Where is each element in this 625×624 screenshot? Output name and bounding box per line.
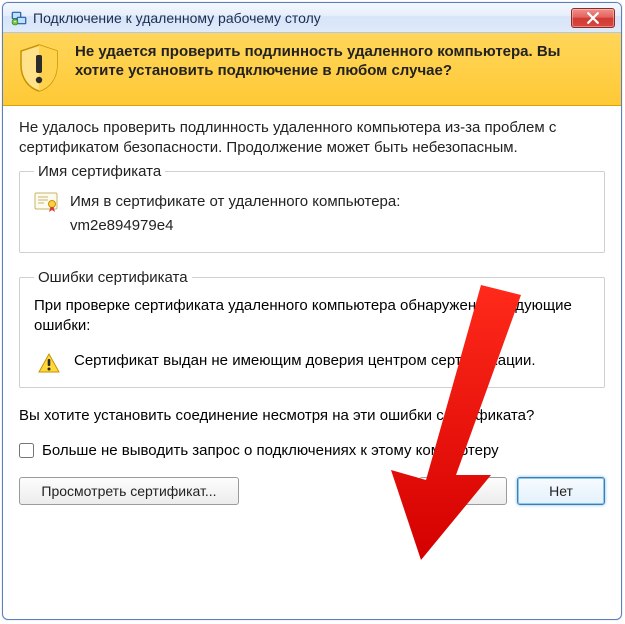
dialog-window: Подключение к удаленному рабочему столу …: [2, 2, 622, 620]
error-item: Сертификат выдан не имеющим доверия цент…: [74, 351, 536, 371]
window-title: Подключение к удаленному рабочему столу: [33, 10, 571, 26]
confirm-question: Вы хотите установить соединение несмотря…: [19, 406, 605, 426]
close-button[interactable]: [571, 8, 615, 28]
dont-ask-again-label: Больше не выводить запрос о подключениях…: [42, 442, 499, 459]
warning-triangle-icon: [38, 353, 60, 373]
certificate-text: Имя в сертификате от удаленного компьюте…: [70, 190, 400, 238]
yes-button[interactable]: Да: [419, 477, 507, 505]
certificate-name-group: Имя сертификата Имя в сертификате от уда…: [19, 163, 605, 253]
intro-text: Не удалось проверить подлинность удаленн…: [19, 118, 605, 157]
certificate-value: vm2e894979e4: [70, 214, 400, 238]
warning-banner: Не удается проверить подлинность удаленн…: [3, 33, 621, 106]
no-button[interactable]: Нет: [517, 477, 605, 505]
errors-intro: При проверке сертификата удаленного комп…: [34, 296, 590, 337]
dont-ask-again-checkbox[interactable]: [19, 443, 34, 458]
shield-warning-icon: [17, 43, 61, 93]
certificate-errors-group: Ошибки сертификата При проверке сертифик…: [19, 269, 605, 388]
banner-text: Не удается проверить подлинность удаленн…: [75, 43, 607, 93]
dont-ask-again-row[interactable]: Больше не выводить запрос о подключениях…: [19, 442, 605, 459]
certificate-name-legend: Имя сертификата: [34, 163, 165, 180]
dialog-body: Не удалось проверить подлинность удаленн…: [3, 106, 621, 619]
rdp-app-icon: [11, 10, 27, 26]
view-certificate-button[interactable]: Просмотреть сертификат...: [19, 477, 239, 505]
certificate-label: Имя в сертификате от удаленного компьюте…: [70, 190, 400, 214]
certificate-icon: [34, 192, 58, 212]
certificate-errors-legend: Ошибки сертификата: [34, 269, 192, 286]
titlebar: Подключение к удаленному рабочему столу: [3, 3, 621, 33]
button-row: Просмотреть сертификат... Да Нет: [19, 477, 605, 505]
